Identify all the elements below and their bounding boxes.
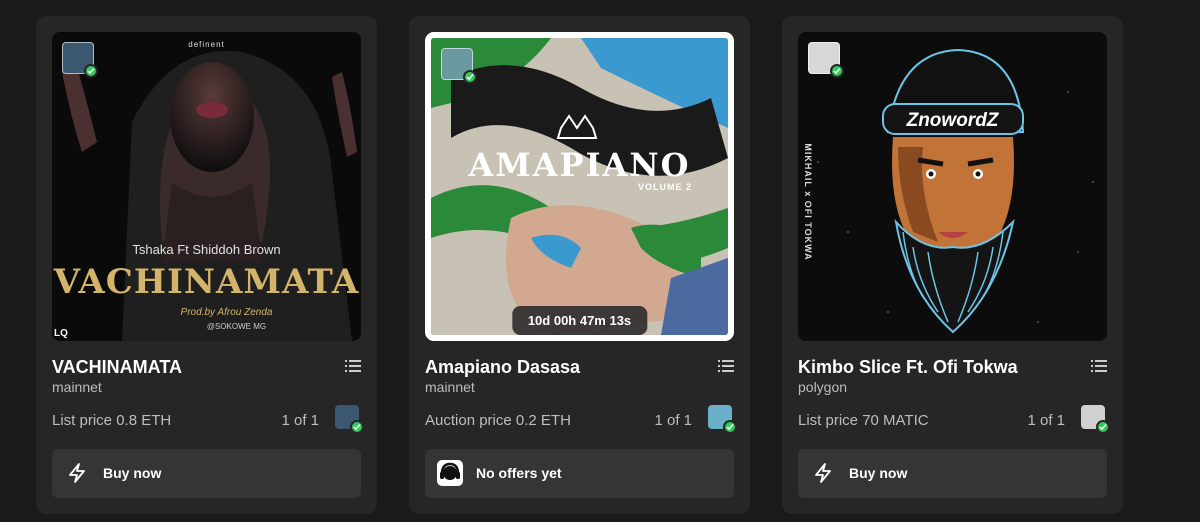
artwork-image[interactable]: AMAPIANO VOLUME 2 10d 00h 47m 13s: [425, 32, 734, 341]
lightning-icon: [69, 463, 85, 483]
verified-check-icon: [463, 70, 477, 84]
price-label: Auction price 0.2 ETH: [425, 412, 571, 429]
artwork-credit: Tshaka Ft Shiddoh Brown: [132, 242, 281, 257]
creator-avatar[interactable]: [808, 42, 844, 78]
price-label: List price 70 MATIC: [798, 412, 929, 429]
card-network: mainnet: [425, 379, 475, 395]
verified-check-icon: [350, 420, 364, 434]
edition-count: 1 of 1: [654, 412, 692, 429]
list-icon[interactable]: [345, 359, 361, 373]
card-title[interactable]: Kimbo Slice Ft. Ofi Tokwa: [798, 357, 1018, 378]
verified-check-icon: [1096, 420, 1110, 434]
artwork-handle: @SOKOWE MG: [206, 322, 267, 331]
owner-avatar[interactable]: [335, 405, 364, 434]
card-title[interactable]: Amapiano Dasasa: [425, 357, 580, 378]
nft-card-kimbo-slice[interactable]: ZnowordZ MIKHAIL x OFI TOKWA Kimbo Slice…: [782, 16, 1123, 514]
verified-check-icon: [723, 420, 737, 434]
price-label: List price 0.8 ETH: [52, 412, 172, 429]
artwork-image[interactable]: ZnowordZ MIKHAIL x OFI TOKWA: [798, 32, 1107, 341]
headphones-avatar-icon: [437, 460, 463, 486]
artwork-headline: ZnowordZ: [906, 110, 999, 131]
card-network: polygon: [798, 379, 848, 395]
no-offers-button[interactable]: No offers yet: [425, 449, 734, 498]
card-network: mainnet: [52, 379, 102, 395]
edition-count: 1 of 1: [1027, 412, 1065, 429]
card-title[interactable]: VACHINAMATA: [52, 357, 182, 378]
auction-timer: 10d 00h 47m 13s: [511, 306, 648, 335]
artwork-subtitle: VOLUME 2: [637, 182, 692, 192]
nft-card-vachinamata[interactable]: definent Tshaka Ft Shiddoh Brown VACHINA…: [36, 16, 377, 514]
list-icon[interactable]: [1091, 359, 1107, 373]
artwork-illustration: [798, 32, 1107, 341]
buy-now-button[interactable]: Buy now: [52, 449, 361, 498]
owner-avatar[interactable]: [708, 405, 737, 434]
lightning-icon: [815, 463, 831, 483]
creator-avatar[interactable]: [441, 48, 477, 84]
buy-now-button[interactable]: Buy now: [798, 449, 1107, 498]
artwork-side-text: MIKHAIL x OFI TOKWA: [803, 143, 813, 261]
nft-card-amapiano-dasasa[interactable]: AMAPIANO VOLUME 2 10d 00h 47m 13s Amapia…: [409, 16, 750, 514]
artwork-headline: AMAPIANO: [468, 146, 691, 184]
verified-check-icon: [84, 64, 98, 78]
creator-avatar[interactable]: [62, 42, 98, 78]
artwork-logo: definent: [188, 40, 225, 49]
artwork-headline: VACHINAMATA: [53, 262, 360, 302]
artwork-corner-mark: LQ: [54, 328, 68, 339]
edition-count: 1 of 1: [281, 412, 319, 429]
owner-avatar[interactable]: [1081, 405, 1110, 434]
buy-now-label: Buy now: [103, 465, 162, 481]
buy-now-label: Buy now: [849, 465, 908, 481]
artwork-producer: Prod.by Afrou Zenda: [180, 307, 273, 318]
no-offers-label: No offers yet: [476, 465, 562, 481]
artwork-image[interactable]: definent Tshaka Ft Shiddoh Brown VACHINA…: [52, 32, 361, 341]
list-icon[interactable]: [718, 359, 734, 373]
verified-check-icon: [830, 64, 844, 78]
